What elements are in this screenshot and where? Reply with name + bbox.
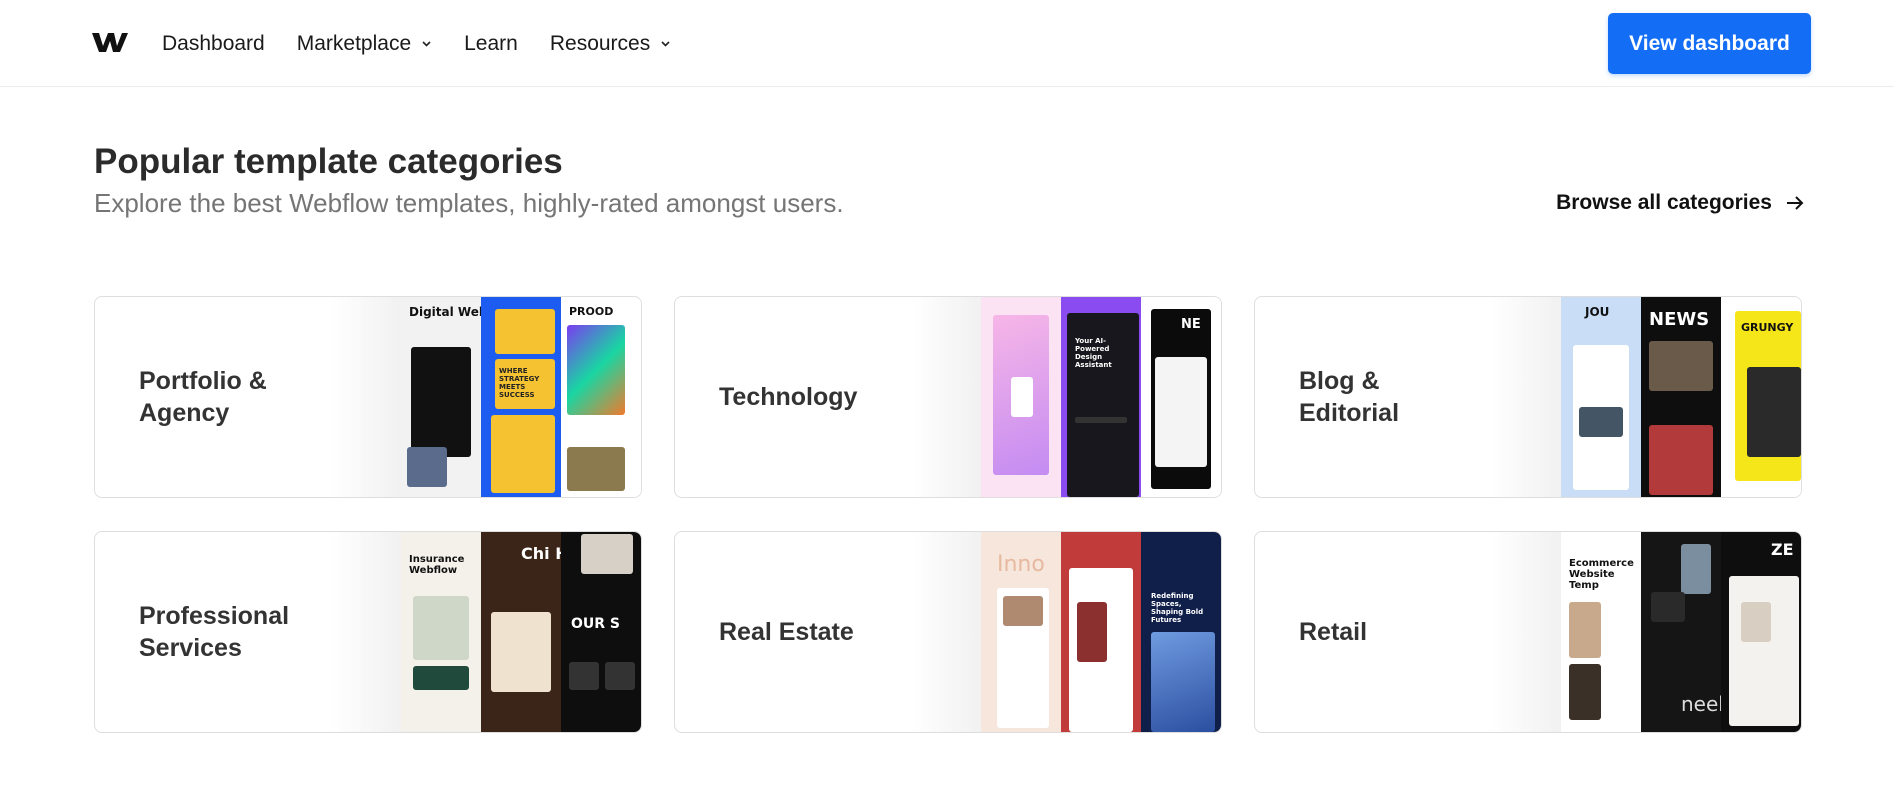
template-thumbnails: Your AI-Powered Design Assistant NE [911,297,1221,497]
category-label-line2: Services [139,634,242,662]
nav-learn-link[interactable]: Learn [464,32,518,56]
template-thumbnail: GRUNGY [1721,297,1801,497]
nav-dashboard-link[interactable]: Dashboard [162,32,265,56]
main-nav: Dashboard Marketplace Learn Resources [162,0,703,87]
category-card-technology[interactable]: Technology Your AI-Powered Design Assist… [674,296,1222,498]
template-thumbnails: Insurance Webflow Chi Hair Salon We OUR … [331,532,641,732]
browse-all-categories-link[interactable]: Browse all categories [1556,191,1804,215]
view-dashboard-button[interactable]: View dashboard [1608,13,1811,74]
thumbnail-text: neeb [1681,692,1721,716]
nav-resources-dropdown[interactable]: Resources [550,32,671,56]
category-grid: Portfolio & Agency Digital Website WHERE … [94,296,1802,733]
category-card-blog-editorial[interactable]: Blog & Editorial JOU NEWS GRUNGY [1254,296,1802,498]
thumbnail-text: Chi Hair Salon We [521,544,561,563]
category-label-line2: Editorial [1299,399,1400,427]
chevron-down-icon [661,41,670,47]
browse-all-label: Browse all categories [1556,191,1772,214]
category-card-professional-services[interactable]: Professional Services Insurance Webflow C… [94,531,642,733]
template-thumbnail: JOU [1561,297,1641,497]
thumbnail-text: PROOD [569,305,614,318]
nav-marketplace-dropdown[interactable]: Marketplace [297,32,432,56]
thumbnail-text: Digital Website [409,305,481,319]
template-thumbnails: Digital Website WHERE STRATEGY MEETS SUC… [331,297,641,497]
category-label: Portfolio & Agency [139,297,349,497]
template-thumbnail: Ecommerce Website Temp [1561,532,1641,732]
thumbnail-text: GRUNGY [1741,321,1794,334]
template-thumbnails: Ecommerce Website Temp neeb ZE [1491,532,1801,732]
webflow-logo-icon[interactable] [92,30,128,55]
thumbnail-text: Ecommerce Website Temp [1569,558,1634,591]
category-label-line1: Blog & [1299,366,1380,395]
template-thumbnail: NEWS [1641,297,1721,497]
section-title: Popular template categories [94,142,563,181]
template-thumbnail: neeb [1641,532,1721,732]
template-thumbnail: WHERE STRATEGY MEETS SUCCESS [481,297,561,497]
thumbnail-text: WHERE STRATEGY MEETS SUCCESS [499,367,540,399]
chevron-down-icon [422,41,431,47]
nav-dashboard-label: Dashboard [162,31,265,55]
nav-resources-label: Resources [549,31,651,55]
category-label: Technology [719,297,929,497]
template-thumbnail: Redefining Spaces, Shaping Bold Futures [1141,532,1221,732]
template-thumbnail: PROOD [561,297,641,497]
thumbnail-text: Redefining Spaces, Shaping Bold Futures [1151,592,1204,624]
category-label: Real Estate [719,532,929,732]
thumbnail-text: Inno [997,552,1045,577]
template-thumbnails: JOU NEWS GRUNGY [1491,297,1801,497]
category-label-line1: Retail [1299,617,1368,646]
category-label-line1: Technology [719,382,858,411]
top-navigation-bar: Dashboard Marketplace Learn Resources Vi… [0,0,1894,87]
category-label: Retail [1299,532,1509,732]
thumbnail-text: OUR S [571,616,621,632]
template-thumbnail: Insurance Webflow [401,532,481,732]
thumbnail-text: NEWS [1649,309,1710,330]
category-card-retail[interactable]: Retail Ecommerce Website Temp neeb ZE [1254,531,1802,733]
template-thumbnail: ZE [1721,532,1801,732]
template-thumbnail: Digital Website [401,297,481,497]
category-card-portfolio-agency[interactable]: Portfolio & Agency Digital Website WHERE … [94,296,642,498]
template-thumbnail: Chi Hair Salon We [481,532,561,732]
section-subtitle: Explore the best Webflow templates, high… [94,188,844,218]
category-label: Professional Services [139,532,349,732]
template-thumbnail: Your AI-Powered Design Assistant [1061,297,1141,497]
thumbnail-text: ZE [1771,540,1794,559]
template-thumbnail [1061,532,1141,732]
category-label-line2: Agency [139,399,230,427]
thumbnail-text: JOU [1585,305,1610,319]
category-label: Blog & Editorial [1299,297,1509,497]
thumbnail-text: Insurance Webflow [409,554,465,576]
category-label-line1: Professional [139,601,290,630]
template-thumbnail: Inno [981,532,1061,732]
thumbnail-text: NE [1181,317,1201,332]
category-label-line1: Real Estate [719,617,854,646]
nav-marketplace-label: Marketplace [296,31,412,55]
template-thumbnail [981,297,1061,497]
nav-learn-label: Learn [464,31,518,55]
arrow-right-icon [1787,196,1804,210]
template-thumbnail: OUR S [561,532,641,732]
template-thumbnails: Inno Redefining Spaces, Shaping Bold Fut… [911,532,1221,732]
category-label-line1: Portfolio & [139,366,267,395]
template-thumbnail: NE [1141,297,1221,497]
thumbnail-text: Your AI-Powered Design Assistant [1075,337,1112,369]
category-card-real-estate[interactable]: Real Estate Inno Redefining Spaces, Shap… [674,531,1222,733]
